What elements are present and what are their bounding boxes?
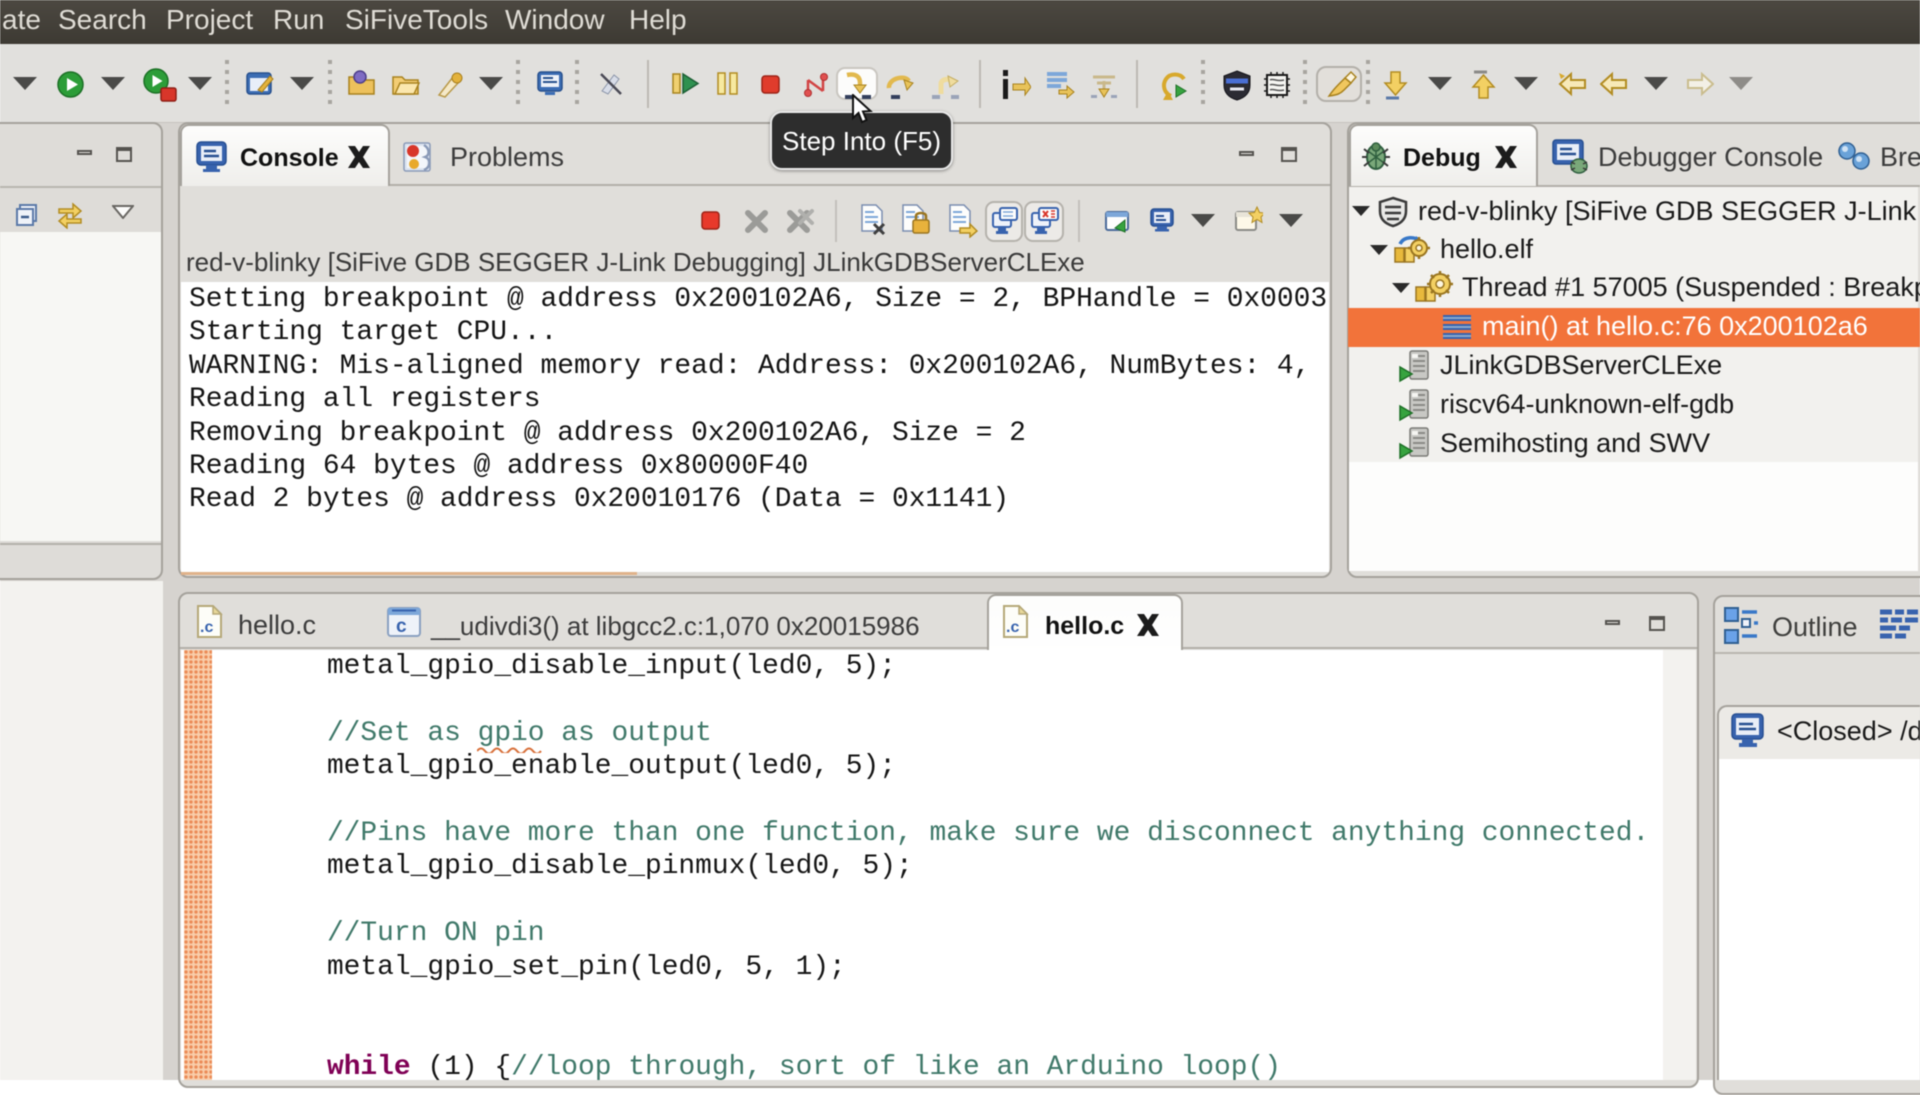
svg-text:c: c [396,616,407,637]
svg-text:.c: .c [200,619,213,636]
svg-text:.c: .c [1006,619,1019,636]
